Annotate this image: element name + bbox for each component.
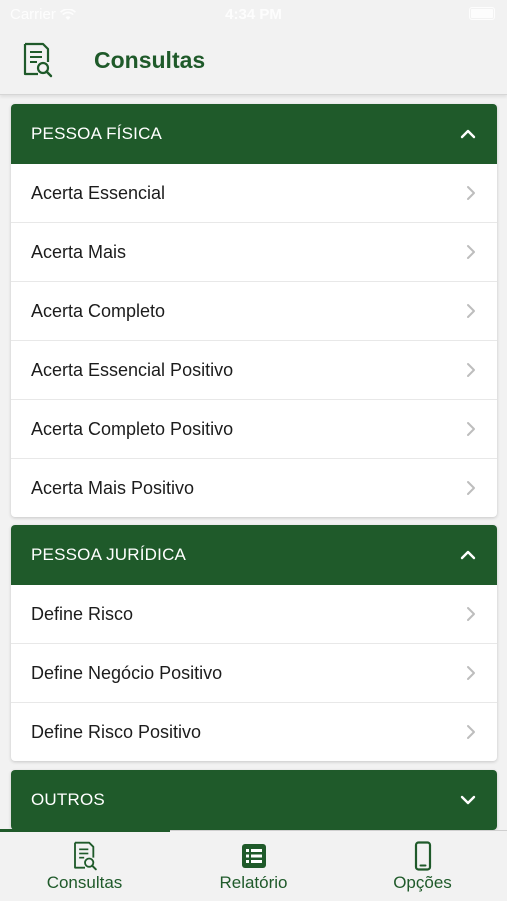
- document-search-icon: [23, 42, 53, 78]
- list-item-acerta-mais[interactable]: Acerta Mais: [11, 223, 497, 282]
- clock: 4:34 PM: [225, 6, 282, 23]
- list-item-define-negocio-positivo[interactable]: Define Negócio Positivo: [11, 644, 497, 703]
- list-item-acerta-completo[interactable]: Acerta Completo: [11, 282, 497, 341]
- chevron-down-icon: [460, 795, 476, 805]
- list-item-label: Define Negócio Positivo: [31, 662, 223, 683]
- chevron-right-icon: [467, 245, 475, 259]
- list-item-label: Acerta Mais: [31, 241, 127, 262]
- list-item-label: Acerta Completo Positivo: [31, 418, 234, 439]
- status-bar: Carrier 4:34 PM: [0, 0, 507, 30]
- list-item-acerta-essencial[interactable]: Acerta Essencial: [11, 164, 497, 223]
- list-item-define-risco-positivo[interactable]: Define Risco Positivo: [11, 703, 497, 761]
- list-item-acerta-mais-positivo[interactable]: Acerta Mais Positivo: [11, 459, 497, 517]
- phone-icon: [414, 841, 431, 871]
- list-icon: [241, 844, 266, 868]
- list-item-acerta-essencial-positivo[interactable]: Acerta Essencial Positivo: [11, 341, 497, 400]
- list-item-define-risco[interactable]: Define Risco: [11, 585, 497, 644]
- section-header-pessoa-fisica[interactable]: PESSOA FÍSICA: [11, 104, 497, 164]
- chevron-right-icon: [467, 422, 475, 436]
- section-title: PESSOA FÍSICA: [31, 124, 163, 143]
- section-pessoa-juridica: PESSOA JURÍDICA Define Risco Define Negó…: [11, 525, 497, 761]
- list-item-label: Acerta Essencial: [31, 182, 166, 203]
- section-title: PESSOA JURÍDICA: [31, 545, 187, 564]
- list-item-label: Define Risco: [31, 603, 134, 624]
- chevron-right-icon: [467, 725, 475, 739]
- chevron-up-icon: [460, 550, 476, 560]
- app-header: Consultas: [0, 28, 507, 95]
- page-title: Consultas: [94, 47, 206, 73]
- tab-opcoes[interactable]: Opções: [338, 831, 507, 901]
- chevron-right-icon: [467, 304, 475, 318]
- section-pessoa-fisica: PESSOA FÍSICA Acerta Essencial Acerta Ma…: [11, 104, 497, 517]
- tab-bar: Consultas Relatório Opções: [0, 829, 507, 901]
- list-item-label: Acerta Completo: [31, 300, 166, 321]
- tab-label: Consultas: [46, 873, 123, 892]
- content-scroll-area[interactable]: PESSOA FÍSICA Acerta Essencial Acerta Ma…: [0, 96, 507, 830]
- list-item-acerta-completo-positivo[interactable]: Acerta Completo Positivo: [11, 400, 497, 459]
- chevron-right-icon: [467, 666, 475, 680]
- tab-label: Relatório: [219, 873, 288, 892]
- document-search-icon: [73, 841, 97, 871]
- battery-icon: [469, 7, 495, 20]
- list-item-label: Define Risco Positivo: [31, 721, 202, 742]
- section-title: OUTROS: [31, 790, 105, 809]
- chevron-right-icon: [467, 607, 475, 621]
- tab-consultas[interactable]: Consultas: [0, 831, 169, 901]
- list-item-label: Acerta Mais Positivo: [31, 477, 195, 498]
- chevron-right-icon: [467, 481, 475, 495]
- chevron-up-icon: [460, 129, 476, 139]
- list-item-label: Acerta Essencial Positivo: [31, 359, 234, 380]
- tab-relatorio[interactable]: Relatório: [169, 831, 338, 901]
- section-header-outros[interactable]: OUTROS: [11, 770, 497, 830]
- chevron-right-icon: [467, 186, 475, 200]
- section-header-pessoa-juridica[interactable]: PESSOA JURÍDICA: [11, 525, 497, 585]
- chevron-right-icon: [467, 363, 475, 377]
- section-outros: OUTROS: [11, 770, 497, 830]
- tab-label: Opções: [393, 873, 452, 892]
